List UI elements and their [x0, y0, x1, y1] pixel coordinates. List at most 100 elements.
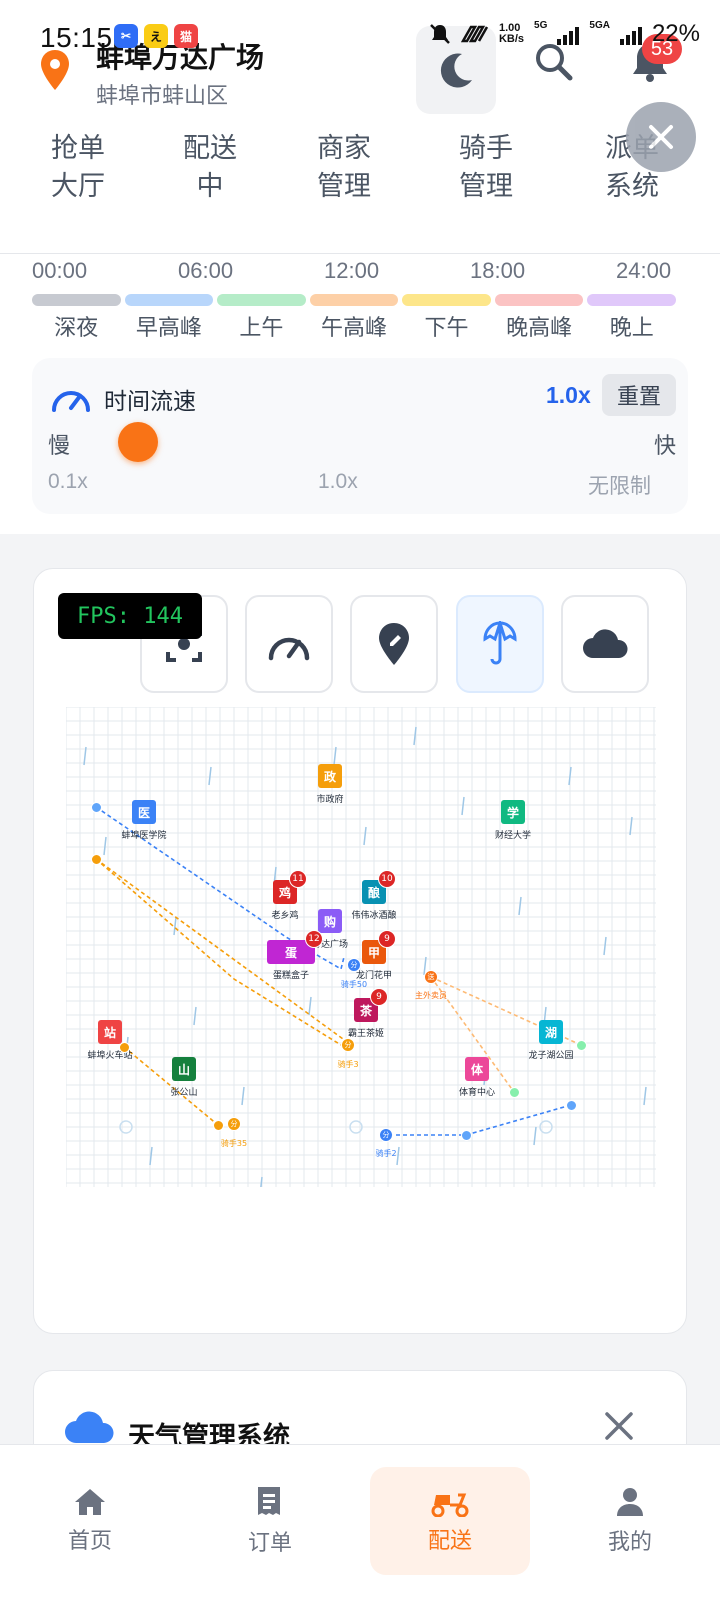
delivery-route-line: [95, 858, 355, 1048]
route-endpoint-marker[interactable]: [91, 802, 102, 813]
rain-streak: [241, 1086, 245, 1106]
timeline-segment[interactable]: [217, 294, 306, 306]
rider-marker[interactable]: 分: [227, 1117, 241, 1131]
order-count-badge: 10: [378, 870, 396, 888]
timeline-segment[interactable]: [402, 294, 491, 306]
poi-marker[interactable]: 学: [501, 800, 525, 824]
network-speed: 1.00 KB/s: [499, 23, 524, 45]
timeline-period-label: 上午: [239, 316, 284, 341]
route-endpoint-marker[interactable]: [461, 1130, 472, 1141]
rider-label: 骑手3: [337, 1060, 359, 1069]
poi-name: 市政府: [316, 795, 344, 805]
home-icon: [75, 1489, 105, 1515]
tab-label: 配送 中: [183, 133, 237, 202]
route-endpoint-marker[interactable]: [119, 1042, 130, 1053]
timeline-segment[interactable]: [494, 294, 584, 306]
status-bar: 15:15 ✂ え 猫 1.00 KB/s 5G 5GA 22%: [0, 0, 720, 60]
close-icon[interactable]: [604, 1411, 634, 1441]
slider-tick: 0.1x: [48, 470, 88, 493]
map-canvas: [66, 707, 656, 1187]
rain-streak: [533, 1126, 537, 1146]
speed-tool-button[interactable]: [245, 595, 333, 693]
bottom-nav-profile[interactable]: 我的: [550, 1467, 710, 1575]
bottom-nav-label: 我的: [607, 1530, 652, 1555]
poi-name: 张公山: [170, 1088, 198, 1098]
bottom-nav-orders[interactable]: 订单: [190, 1467, 350, 1575]
rain-tool-button[interactable]: [456, 595, 544, 693]
app-notification-icon: 猫: [174, 24, 198, 48]
timeline-segment[interactable]: [587, 294, 676, 306]
poi-marker[interactable]: 政: [318, 764, 342, 788]
speed-slider-thumb[interactable]: [118, 422, 158, 462]
timeline-period-label: 午高峰: [320, 316, 387, 341]
poi-name: 体育中心: [458, 1088, 496, 1098]
poi-name: 伟伟冰酒酿: [351, 911, 397, 921]
floating-close-button[interactable]: [626, 102, 696, 172]
poi-marker[interactable]: 医: [132, 800, 156, 824]
poi-name: 霸王茶姬: [347, 1029, 385, 1039]
route-endpoint-marker[interactable]: [509, 1087, 520, 1098]
location-tool-button[interactable]: [350, 595, 438, 693]
tab-merchant-management[interactable]: 商家 管理: [284, 130, 404, 206]
poi-marker[interactable]: 站: [98, 1020, 122, 1044]
timeline-period-label: 下午: [424, 316, 469, 341]
user-icon: [617, 1488, 643, 1516]
rider-marker[interactable]: 送: [424, 970, 438, 984]
slider-tick: 无限制: [588, 475, 651, 498]
route-endpoint-marker[interactable]: [576, 1040, 587, 1051]
tab-rider-management[interactable]: 骑手 管理: [426, 130, 546, 206]
poi-name: 蛋糕盒子: [272, 971, 310, 981]
poi-marker[interactable]: 湖: [539, 1020, 563, 1044]
tab-delivering[interactable]: 配送 中: [150, 130, 270, 206]
network-speed-unit: KB/s: [498, 33, 525, 45]
fps-counter: FPS: 144: [58, 593, 202, 639]
app-root: { "status_bar": { "time": "15:15", "net_…: [0, 0, 720, 1600]
rider-marker[interactable]: 分: [341, 1038, 355, 1052]
poi-name: 老乡鸡: [271, 911, 299, 921]
bottom-nav-home[interactable]: 首页: [10, 1467, 170, 1575]
rider-marker[interactable]: 分: [347, 958, 361, 972]
bottom-nav-label: 配送: [427, 1529, 472, 1554]
speedometer-icon: [268, 637, 310, 661]
rider-label: 骑手2: [375, 1149, 397, 1158]
rain-streak: [396, 1146, 400, 1166]
app-notification-icon: ✂: [114, 24, 138, 48]
signal-type-1: 5G: [534, 20, 548, 31]
timeline-time: 00:00: [32, 258, 88, 283]
timeline-period-label: 晚高峰: [506, 316, 573, 341]
cloud-icon: [583, 629, 628, 658]
tab-label: 抢单 大厅: [51, 133, 105, 202]
route-endpoint-marker[interactable]: [91, 854, 102, 865]
rain-streak: [643, 1086, 647, 1106]
nfc-icon: [460, 25, 489, 43]
status-app-icons: ✂ え 猫: [114, 24, 198, 48]
rain-streak: [568, 766, 572, 786]
rider-marker[interactable]: 分: [379, 1128, 393, 1142]
reset-button[interactable]: 重置: [602, 374, 676, 416]
poi-marker[interactable]: 体: [465, 1057, 489, 1081]
timeline-segment[interactable]: [32, 294, 121, 306]
order-count-badge: 9: [378, 930, 396, 948]
tab-grab-orders[interactable]: 抢单 大厅: [18, 130, 138, 206]
cloud-tool-button[interactable]: [561, 595, 649, 693]
rain-streak: [193, 1006, 197, 1026]
timeline-time: 12:00: [324, 258, 380, 283]
signal-bars-icon: [619, 23, 642, 45]
rain-streak: [260, 1176, 263, 1187]
rider-label: 骑手50: [340, 980, 368, 989]
route-endpoint-marker[interactable]: [566, 1100, 577, 1111]
timeline-segment[interactable]: [309, 294, 399, 306]
poi-marker[interactable]: 山: [172, 1057, 196, 1081]
bottom-nav-delivery[interactable]: 配送: [370, 1467, 530, 1575]
route-endpoint-marker[interactable]: [213, 1120, 224, 1131]
delivery-map[interactable]: 政市政府学财经大学医蚌埠医学院鸡老乡鸡 11 酿伟伟冰酒酿 10 购万达广场蛋蛋糕盒子 1…: [66, 707, 656, 1187]
receipt-icon: [258, 1487, 280, 1515]
time-speed-card: 时间流速 1.0x 重置 慢 快 0.1x 1.0x 无限制: [32, 358, 688, 514]
timeline-segment[interactable]: [124, 294, 214, 306]
timeline-period-label: 早高峰: [135, 316, 202, 341]
poi-name: 蚌埠医学院: [121, 831, 167, 841]
battery-level: 22%: [651, 20, 700, 47]
poi-marker[interactable]: 购: [318, 909, 342, 933]
order-count-badge: 9: [370, 988, 388, 1006]
timeline-period-label: 晚上: [609, 316, 654, 341]
